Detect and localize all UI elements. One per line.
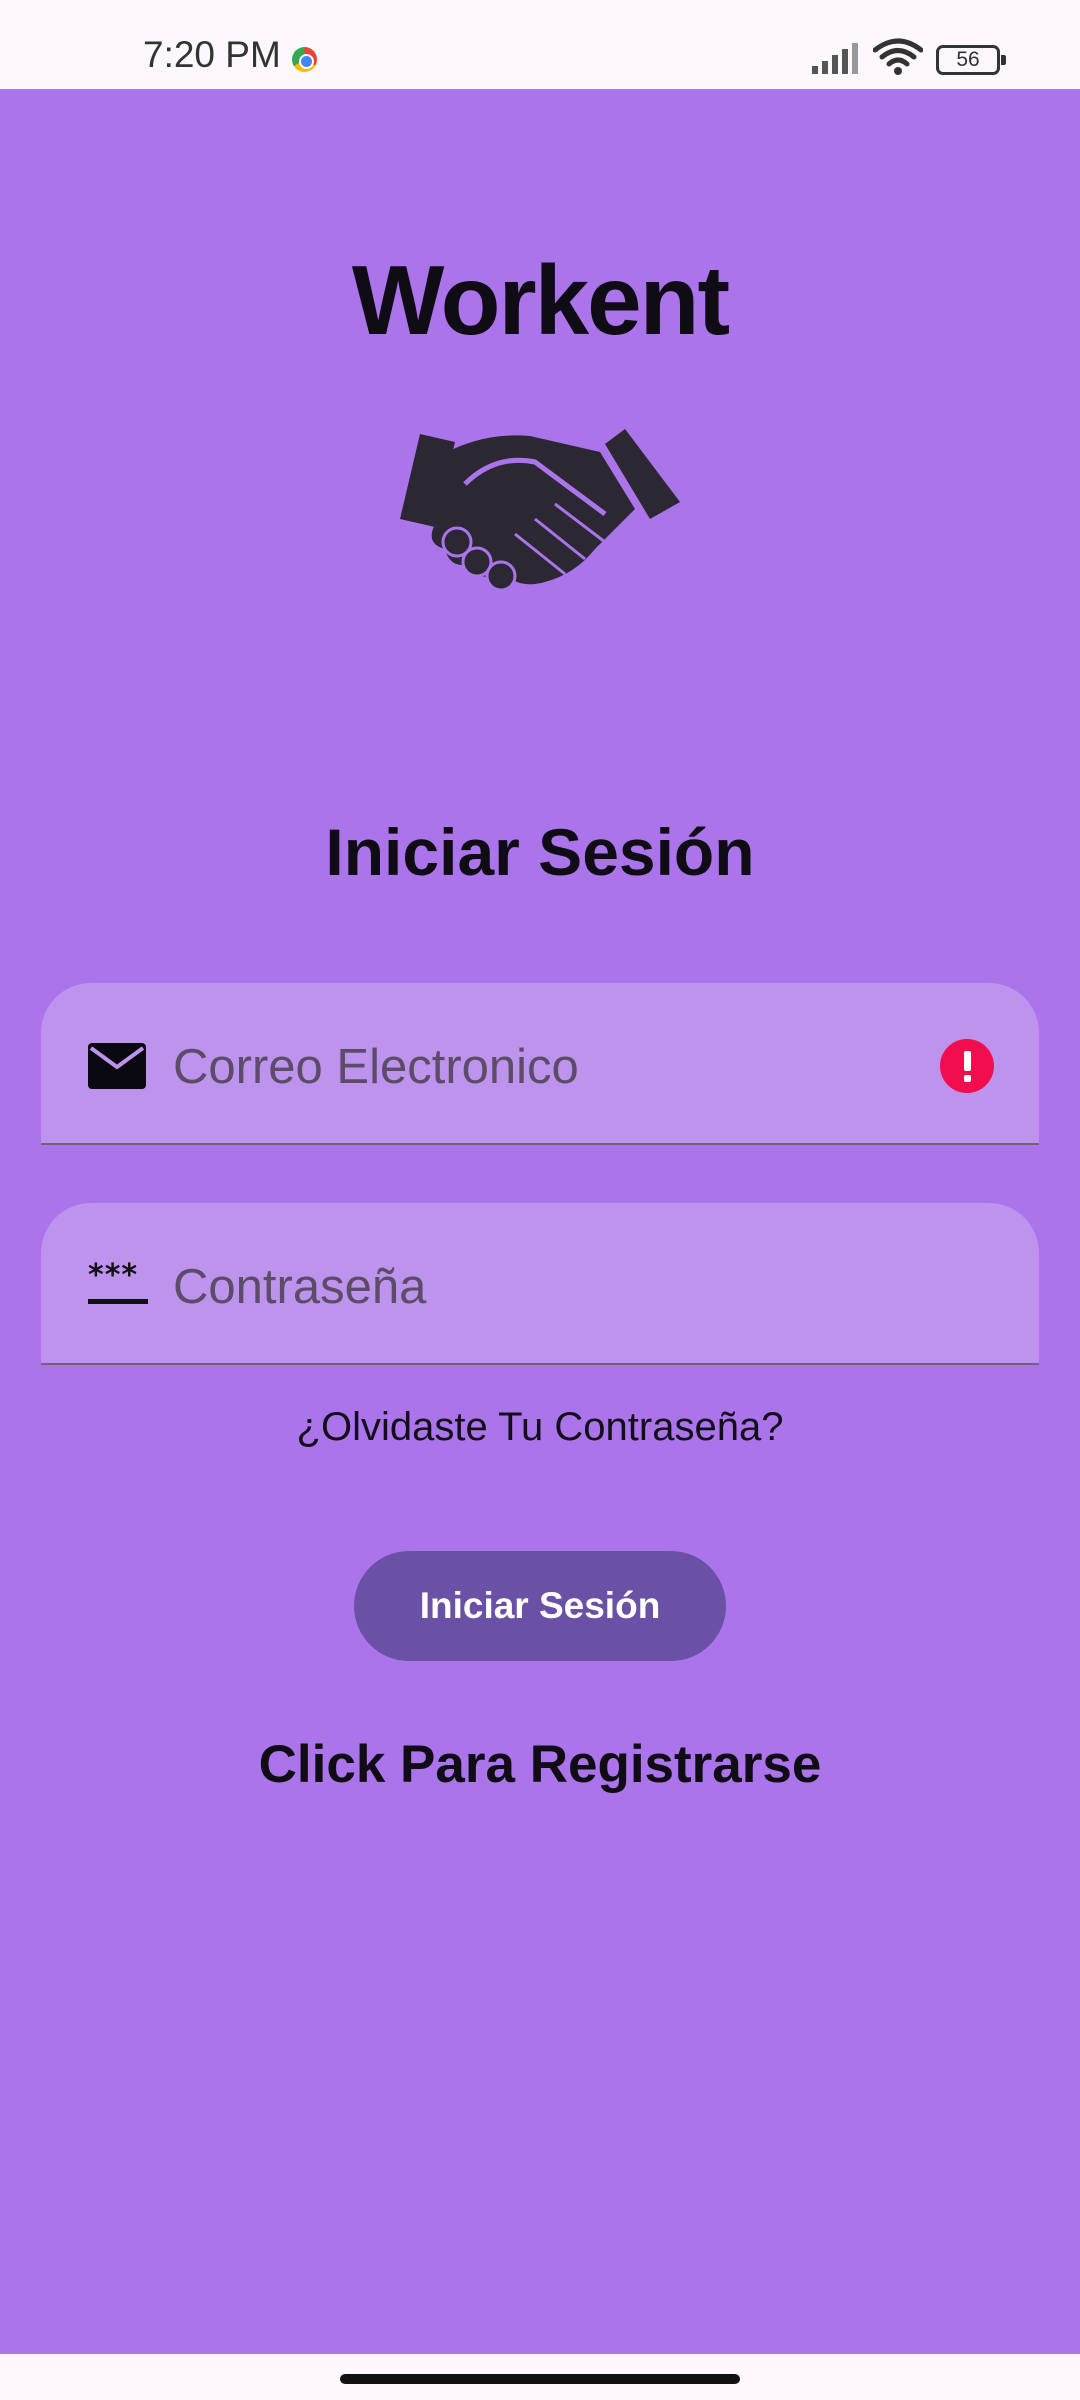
chrome-icon — [292, 47, 317, 72]
battery-level: 56 — [956, 48, 980, 71]
password-placeholder: Contraseña — [173, 1260, 427, 1314]
login-button[interactable]: Iniciar Sesión — [354, 1551, 726, 1661]
login-heading: Iniciar Sesión — [325, 815, 755, 889]
status-time: 7:20 PM — [143, 34, 281, 75]
battery-icon: 56 — [936, 45, 1006, 75]
app-title: Workent — [351, 245, 730, 355]
handshake-icon — [400, 429, 680, 592]
login-screen: Workent Iniciar Sesión Correo Electronic… — [0, 89, 1080, 2354]
forgot-password-link[interactable]: ¿Olvidaste Tu Contraseña? — [0, 1405, 1080, 1450]
wifi-icon — [873, 38, 923, 75]
status-bar: 7:20 PM 56 — [0, 0, 1080, 89]
password-field[interactable]: *** Contraseña — [41, 1203, 1039, 1365]
register-link[interactable]: Click Para Registrarse — [0, 1734, 1080, 1795]
navigation-bar — [0, 2354, 1080, 2400]
signal-icon — [812, 43, 858, 74]
error-icon — [940, 1039, 994, 1093]
email-placeholder: Correo Electronico — [173, 1040, 579, 1094]
password-icon: *** — [88, 1261, 148, 1304]
home-indicator[interactable] — [340, 2374, 740, 2384]
mail-icon — [88, 1043, 146, 1089]
email-field[interactable]: Correo Electronico — [41, 983, 1039, 1145]
